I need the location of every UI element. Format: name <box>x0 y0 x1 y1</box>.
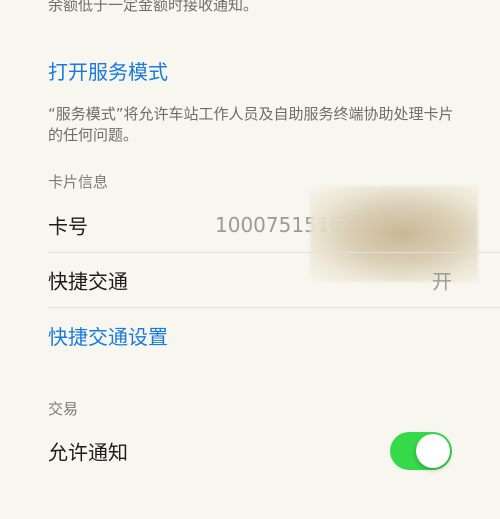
open-service-mode-link[interactable]: 打开服务模式 <box>48 56 168 85</box>
transactions-header: 交易 <box>48 400 79 418</box>
allow-notifications-label: 允许通知 <box>48 440 128 465</box>
allow-notifications-toggle[interactable] <box>390 432 452 470</box>
express-transit-row[interactable]: 快捷交通 开 <box>0 253 500 307</box>
row-divider <box>48 307 500 308</box>
service-mode-description: “服务模式”将允许车站工作人员及自助服务终端协助处理卡片的任何问题。 <box>48 105 454 144</box>
card-info-header: 卡片信息 <box>48 173 109 191</box>
express-transit-value: 开 <box>432 269 452 294</box>
express-transit-label: 快捷交通 <box>48 269 128 294</box>
toggle-knob[interactable] <box>416 434 450 468</box>
express-transit-settings-link[interactable]: 快捷交通设置 <box>48 321 168 350</box>
notice-text: 余额低于一定金额时接收通知。 <box>48 0 259 14</box>
card-number-label: 卡号 <box>48 214 88 239</box>
